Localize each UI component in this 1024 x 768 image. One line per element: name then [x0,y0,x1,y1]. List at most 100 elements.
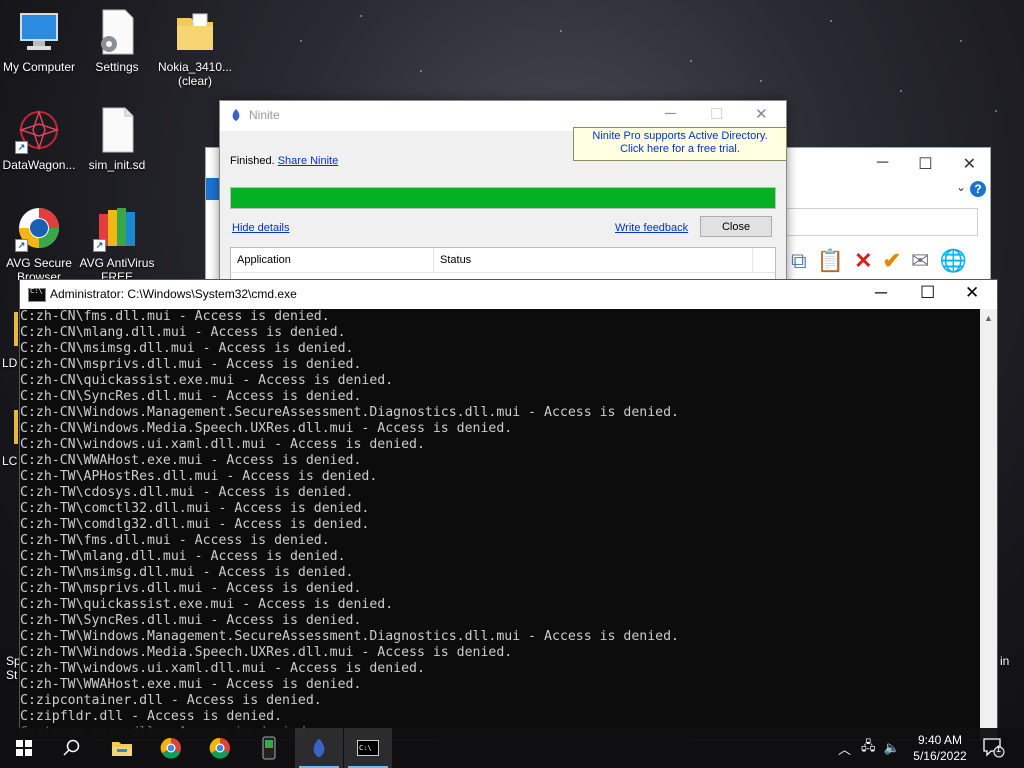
promo-line: Ninite Pro supports Active Directory. [592,130,768,142]
console-line: C:zh-TW\msprivs.dll.mui - Access is deni… [20,581,362,596]
taskbar-clock[interactable]: 9:40 AM 5/16/2022 [905,732,975,764]
console-line: C:zh-TW\quickassist.exe.mui - Access is … [20,597,394,612]
console-line: C:zh-TW\mlang.dll.mui - Access is denied… [20,549,346,564]
settings-file-icon [93,8,141,56]
cmd-icon [28,287,46,302]
console-line: C:zh-TW\WWAHost.exe.mui - Access is deni… [20,677,362,692]
console-line: C:zh-CN\mlang.dll.mui - Access is denied… [20,325,346,340]
console-line: C:zh-TW\windows.ui.xaml.dll.mui - Access… [20,661,425,676]
console-line: C:zh-TW\msimsg.dll.mui - Access is denie… [20,565,354,580]
ninite-pro-promo[interactable]: Ninite Pro supports Active Directory. Cl… [573,127,787,161]
share-ninite-link[interactable]: Share Ninite [278,155,339,167]
console-line: C:zh-TW\Windows.Management.SecureAssessm… [20,629,679,644]
shortcut-arrow-icon: ↗ [15,239,28,252]
minimize-icon[interactable]: ─ [665,105,676,122]
maximize-icon[interactable]: ☐ [710,105,723,123]
desktop-icon-sim-init[interactable]: sim_init.sd [78,106,156,172]
email-icon[interactable]: ✉ [911,248,929,274]
desktop-icon-label: Settings [95,60,139,74]
console-line: C:zipfldr.dll - Access is denied. [20,709,283,724]
explorer-address-bar[interactable] [786,208,978,236]
ninite-logo-icon [232,109,240,121]
desktop-icon-my-computer[interactable]: My Computer [0,8,78,74]
edge-folder-icon [14,312,18,346]
cmd-title: Administrator: C:\Windows\System32\cmd.e… [50,287,297,301]
minimize-icon[interactable]: ─ [877,154,888,174]
taskbar-chrome-2[interactable] [196,728,244,768]
taskbar-chrome[interactable] [147,728,195,768]
copy-icon[interactable]: ⧉ [791,248,807,274]
hide-details-link[interactable]: Hide details [232,222,289,234]
desktop-icon-label: sim_init.sd [88,158,146,172]
finished-text: Finished. [230,155,275,167]
edge-label: St [6,668,18,682]
edge-folder-icon [14,410,18,444]
taskbar-cmd[interactable]: C:\ [344,728,392,768]
taskbar-file-explorer[interactable] [98,728,146,768]
cmd-window[interactable]: Administrator: C:\Windows\System32\cmd.e… [19,279,998,741]
console-line: C:zh-TW\cdosys.dll.mui - Access is denie… [20,485,354,500]
ninite-icon [313,738,325,758]
desktop-icon-datawagon[interactable]: ↗ DataWagon... [0,106,78,172]
console-line: C:zh-TW\Windows.Media.Speech.UXRes.dll.m… [20,645,513,660]
console-line: C:zh-CN\WWAHost.exe.mui - Access is deni… [20,453,362,468]
console-line: C:zh-TW\fms.dll.mui - Access is denied. [20,533,330,548]
delete-icon[interactable]: ✕ [854,248,872,274]
close-icon[interactable]: ✕ [963,154,976,174]
minimize-icon[interactable]: ─ [875,283,887,303]
datawagon-icon: ↗ [15,106,63,154]
start-button[interactable] [0,728,48,768]
chevron-up-icon[interactable]: ︿ [838,739,851,758]
console-line: C:zh-CN\msimsg.dll.mui - Access is denie… [20,341,354,356]
console-line: C:zh-CN\Windows.Management.SecureAssessm… [20,405,679,420]
desktop-icon-avg-antivirus[interactable]: ↗ AVG AntiVirus FREE [78,204,156,280]
console-line: C:zh-TW\comctl32.dll.mui - Access is den… [20,501,370,516]
globe-icon[interactable]: 🌐 [939,248,966,274]
desktop-icon-nokia-folder[interactable]: Nokia_3410... (clear) [156,8,234,88]
edge-label: LC [2,454,18,468]
search-button[interactable] [48,728,96,768]
clock-date: 5/16/2022 [913,749,967,763]
network-icon[interactable]: 🖧 [861,737,876,759]
scrollbar[interactable]: ▲ [980,309,997,740]
volume-icon[interactable]: 🔈 [884,740,900,756]
chevron-down-icon[interactable]: ⌄ [956,180,966,194]
progress-bar [230,187,776,209]
close-button[interactable]: Close [700,216,772,237]
column-header-status[interactable]: Status [434,248,753,272]
console-line: C:zh-TW\APHostRes.dll.mui - Access is de… [20,469,378,484]
close-icon[interactable]: ✕ [755,105,768,123]
console-line: C:zh-CN\fms.dll.mui - Access is denied. [20,309,330,324]
column-header-application[interactable]: Application [231,248,434,272]
close-icon[interactable]: ✕ [965,283,979,303]
explorer-ribbon-strip [206,178,220,200]
desktop-icon-settings[interactable]: Settings [78,8,156,74]
ninite-window[interactable]: Ninite ─ ☐ ✕ Ninite Pro supports Active … [219,100,787,293]
edge-label: LD [2,356,18,370]
console-line: C:zipcontainer.dll - Access is denied. [20,693,322,708]
notification-center-button[interactable]: 1 [983,738,1005,758]
maximize-icon[interactable]: ☐ [918,154,932,174]
desktop-icon-label: AVG AntiVirus FREE [79,256,155,280]
maximize-icon[interactable]: ☐ [920,283,935,303]
notification-icon [983,738,1005,758]
scroll-up-icon[interactable]: ▲ [984,313,993,323]
desktop-icon-avg-browser[interactable]: ↗ AVG Secure Browser [0,204,78,280]
check-icon[interactable]: ✔ [883,248,901,274]
taskbar-phone-app[interactable] [245,728,293,768]
cmd-title-bar[interactable]: Administrator: C:\Windows\System32\cmd.e… [20,280,997,309]
promo-line: Click here for a free trial. [620,143,740,155]
phone-app-icon [262,736,276,760]
console-line: C:zh-CN\windows.ui.xaml.dll.mui - Access… [20,437,425,452]
console-line: C:zh-TW\comdlg32.dll.mui - Access is den… [20,517,370,532]
finished-status: Finished. Share Ninite [230,155,338,167]
write-feedback-link[interactable]: Write feedback [615,222,688,234]
avg-browser-icon: ↗ [15,204,63,252]
shortcut-arrow-icon: ↗ [93,239,106,252]
paste-icon[interactable]: 📋 [817,248,844,274]
help-icon[interactable]: ? [970,181,986,197]
cmd-icon: C:\ [357,740,379,756]
taskbar-ninite[interactable] [295,728,343,768]
console-output[interactable]: C:zh-CN\fms.dll.mui - Access is denied. C… [20,309,980,740]
edge-label: in [1000,654,1010,668]
